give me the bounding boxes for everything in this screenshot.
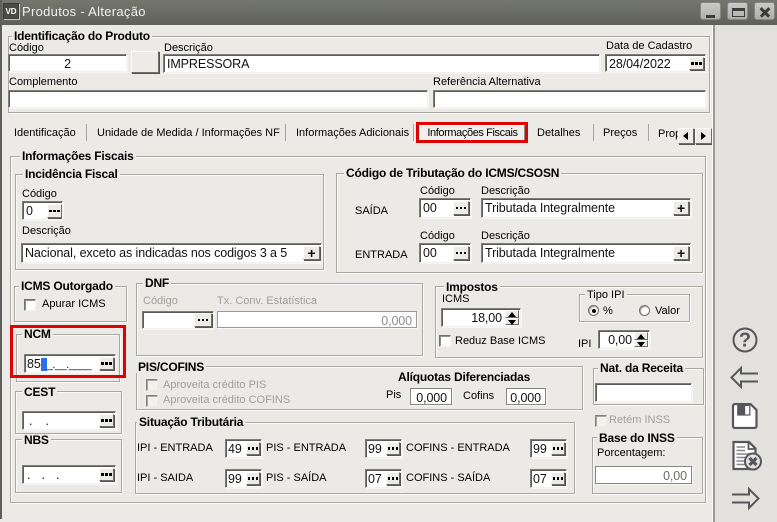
svg-text:?: ? xyxy=(739,330,751,352)
